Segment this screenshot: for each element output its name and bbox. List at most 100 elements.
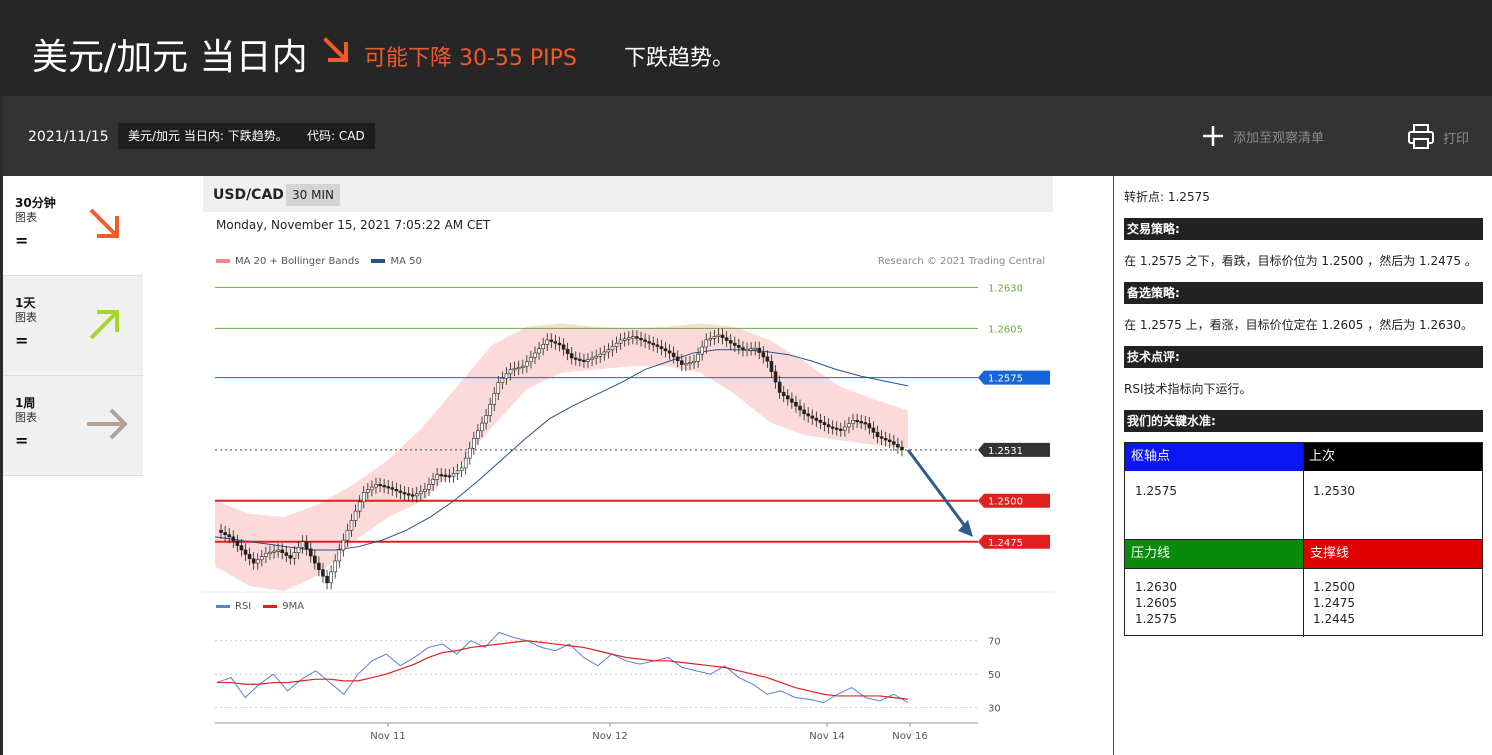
watermark: @英国CCC一张学军	[1206, 702, 1425, 730]
candle	[692, 360, 696, 364]
title-chip: 美元/加元 当日内: 下跌趋势。	[118, 123, 298, 149]
candle	[785, 395, 790, 400]
candle	[790, 398, 794, 403]
candle	[737, 345, 741, 348]
level-label: 1.2531	[988, 446, 1023, 457]
candle	[525, 361, 529, 367]
pivot-header: 枢轴点	[1125, 443, 1303, 471]
candle	[512, 368, 517, 371]
candle	[663, 348, 668, 352]
candle	[806, 413, 810, 417]
candle	[463, 457, 468, 469]
candle	[427, 484, 431, 490]
code-chip: 代码: CAD	[297, 123, 375, 149]
strategy-text: 在 1.2575 之下，看跌，目标价位为 1.2500 ，然后为 1.2475 …	[1124, 254, 1477, 268]
candle	[594, 356, 598, 359]
candle	[390, 487, 395, 490]
candle	[582, 359, 586, 362]
candle	[313, 555, 317, 564]
resistance-value: 1.2605	[1135, 596, 1177, 610]
level-label: 1.2475	[988, 538, 1023, 549]
alt-strategy-heading: 备选策略:	[1124, 282, 1483, 304]
candle	[529, 357, 533, 363]
candle	[520, 365, 525, 368]
candle	[826, 424, 831, 428]
resistance-value: 1.2575	[1135, 612, 1177, 626]
candle	[300, 541, 305, 548]
candle	[708, 337, 713, 341]
candle	[712, 336, 717, 339]
target-text: 可能下降 30-55 PIPS	[364, 46, 577, 71]
timeframe-30min[interactable]: 30分钟 图表 =	[3, 176, 143, 276]
candle	[728, 340, 733, 344]
candle	[635, 336, 639, 339]
candle	[749, 348, 753, 351]
arrow-down-right-icon	[89, 208, 119, 238]
candle	[219, 529, 223, 533]
candle	[655, 344, 660, 347]
projection-arrow-line	[906, 448, 969, 530]
candle	[622, 338, 627, 341]
candle	[239, 545, 244, 551]
candle	[618, 339, 623, 344]
candle	[255, 559, 260, 564]
candle	[423, 488, 427, 492]
candle	[684, 363, 688, 366]
candle	[492, 393, 497, 405]
timeframe-1day[interactable]: 1天 图表 =	[3, 276, 143, 376]
candle	[863, 422, 868, 425]
candle	[496, 382, 501, 394]
candle	[243, 549, 248, 555]
add-watchlist-label: 添加至观察清单	[1233, 130, 1325, 146]
candle	[304, 541, 309, 550]
candle	[500, 377, 505, 383]
level-label: 1.2575	[988, 374, 1023, 385]
candle	[264, 552, 268, 557]
candle	[333, 560, 338, 573]
comment-heading: 技术点评:	[1124, 346, 1483, 368]
candle	[394, 488, 399, 492]
candle	[879, 436, 884, 439]
x-tick-label: Nov 11	[370, 731, 405, 742]
resistance-value: 1.2630	[1135, 580, 1177, 594]
timeframe-1week[interactable]: 1周 图表 =	[3, 376, 143, 476]
last-header: 上次	[1303, 443, 1482, 471]
arrow-right-icon	[87, 408, 128, 440]
resistance-header: 压力线	[1125, 540, 1303, 568]
candle	[337, 549, 342, 562]
sub-toolbar: 2021/11/15 美元/加元 当日内: 下跌趋势。 代码: CAD 添加至观…	[3, 96, 1492, 176]
support-values: 1.2500 1.2475 1.2445	[1313, 579, 1355, 627]
plus-icon	[1203, 126, 1223, 146]
candle	[671, 352, 676, 358]
candle	[251, 558, 256, 564]
candle	[227, 534, 231, 538]
candle	[573, 357, 578, 360]
candle	[565, 348, 570, 354]
candle	[431, 479, 435, 485]
x-tick-label: Nov 12	[592, 731, 627, 742]
candle	[900, 446, 904, 451]
candle	[366, 489, 370, 493]
arrow-up-right-icon	[89, 310, 119, 340]
candle	[476, 430, 480, 439]
candle	[284, 552, 289, 556]
candle	[704, 339, 709, 348]
candle	[839, 428, 843, 431]
candle	[370, 486, 374, 491]
last-value: 1.2530	[1313, 484, 1355, 498]
candle	[586, 359, 590, 362]
candle	[777, 381, 782, 393]
candle	[606, 349, 611, 353]
candle	[830, 426, 835, 429]
timeframe-eq: =	[15, 431, 29, 450]
strategy-heading: 交易策略:	[1124, 218, 1483, 240]
candle	[549, 339, 554, 342]
candle	[822, 422, 827, 426]
add-watchlist-button[interactable]: 添加至观察清单	[1201, 124, 1324, 148]
candle	[883, 438, 888, 441]
timeframe-eq: =	[15, 231, 29, 250]
print-button[interactable]: 打印	[1407, 124, 1469, 150]
candle	[647, 341, 651, 344]
candle	[472, 438, 476, 449]
print-label: 打印	[1443, 131, 1470, 147]
